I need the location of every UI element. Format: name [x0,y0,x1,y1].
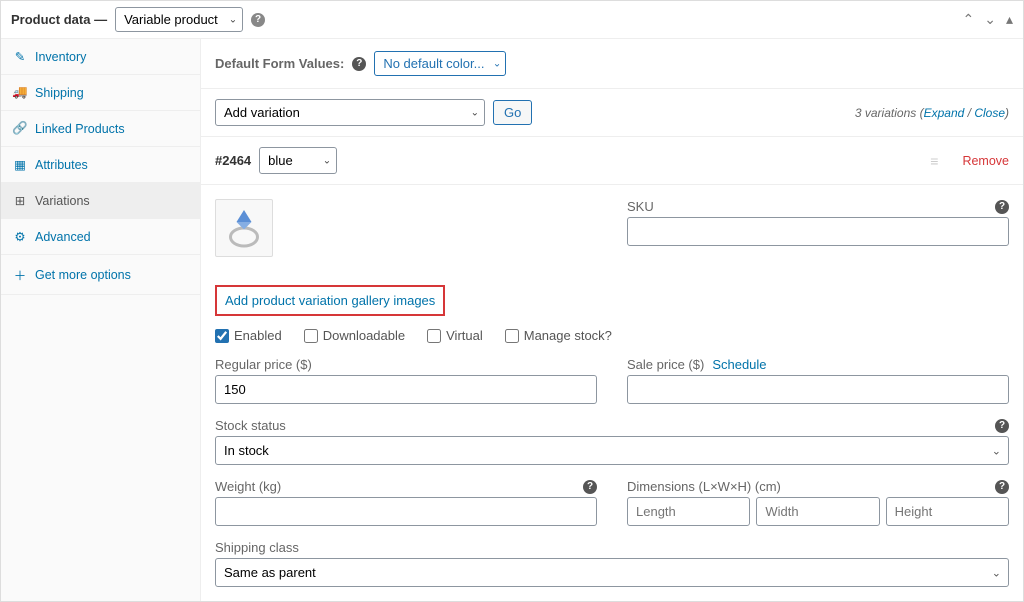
expand-link[interactable]: Expand [924,106,965,120]
shipping-class-label: Shipping class [215,540,299,555]
sidebar-item-label: Variations [35,194,90,208]
sku-label: SKU [627,199,654,214]
manage-stock-check[interactable]: Manage stock? [505,328,612,343]
variations-summary: 3 variations (Expand / Close) [855,106,1009,120]
sku-input[interactable] [627,217,1009,246]
variation-image-thumb[interactable] [215,199,273,257]
stock-status-label: Stock status [215,418,286,433]
enabled-check[interactable]: Enabled [215,328,282,343]
variation-action-select[interactable]: Add variation [215,99,485,126]
length-input[interactable] [627,497,750,526]
help-icon[interactable]: ? [995,480,1009,494]
sidebar-item-more[interactable]: ＋ Get more options [1,255,200,295]
variation-attribute-select[interactable]: blue [259,147,337,174]
sidebar-item-label: Inventory [35,50,86,64]
variations-icon: ⊞ [13,193,27,208]
attributes-icon: ▦ [13,157,27,172]
sidebar-item-linked[interactable]: 🔗 Linked Products [1,111,200,147]
regular-price-input[interactable] [215,375,597,404]
virtual-check[interactable]: Virtual [427,328,483,343]
sidebar-item-advanced[interactable]: ⚙ Advanced [1,219,200,255]
ring-icon [220,204,268,252]
close-link[interactable]: Close [974,106,1005,120]
sale-price-label: Sale price ($) [627,357,704,372]
help-icon[interactable]: ? [995,419,1009,433]
default-form-select[interactable]: No default color... [374,51,506,76]
product-type-select[interactable]: Variable product [115,7,243,32]
width-input[interactable] [756,497,879,526]
shipping-class-select[interactable]: Same as parent [215,558,1009,587]
variation-id: #2464 [215,153,251,168]
drag-handle-icon[interactable]: ≡ [930,153,938,169]
sidebar-item-label: Attributes [35,158,88,172]
sale-price-input[interactable] [627,375,1009,404]
help-icon[interactable]: ? [352,57,366,71]
link-icon: 🔗 [13,121,27,136]
plus-icon: ＋ [13,265,27,284]
schedule-link[interactable]: Schedule [712,357,766,372]
truck-icon: 🚚 [13,85,27,100]
remove-variation-link[interactable]: Remove [962,154,1009,168]
panel-up-icon[interactable]: ⌃ [963,11,975,28]
sidebar-item-attributes[interactable]: ▦ Attributes [1,147,200,183]
help-icon[interactable]: ? [995,200,1009,214]
dimensions-label: Dimensions (L×W×H) (cm) [627,479,781,494]
default-form-label: Default Form Values: [215,56,344,71]
sidebar-item-label: Get more options [35,268,131,282]
panel-collapse-icon[interactable]: ▴ [1006,11,1013,28]
regular-price-label: Regular price ($) [215,357,312,372]
go-button[interactable]: Go [493,100,532,125]
weight-label: Weight (kg) [215,479,281,494]
downloadable-check[interactable]: Downloadable [304,328,405,343]
panel-title: Product data — [11,12,107,27]
add-gallery-images-link[interactable]: Add product variation gallery images [215,285,445,316]
height-input[interactable] [886,497,1009,526]
product-data-sidebar: ✎ Inventory 🚚 Shipping 🔗 Linked Products ▦ A… [1,39,201,601]
weight-input[interactable] [215,497,597,526]
sidebar-item-label: Shipping [35,86,84,100]
sidebar-item-variations[interactable]: ⊞ Variations [1,183,200,219]
help-icon[interactable]: ? [583,480,597,494]
gear-icon: ⚙ [13,229,27,244]
sidebar-item-inventory[interactable]: ✎ Inventory [1,39,200,75]
sidebar-item-shipping[interactable]: 🚚 Shipping [1,75,200,111]
panel-down-icon[interactable]: ⌄ [984,11,996,28]
inventory-icon: ✎ [13,49,27,64]
sidebar-item-label: Linked Products [35,122,125,136]
stock-status-select[interactable]: In stock [215,436,1009,465]
sidebar-item-label: Advanced [35,230,91,244]
help-icon[interactable]: ? [251,13,265,27]
